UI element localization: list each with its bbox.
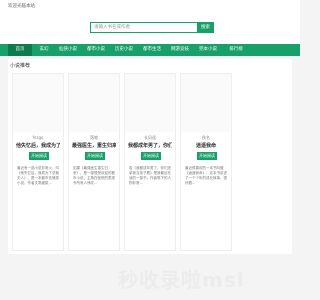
book-card[interactable]: 落笔 最强医生，重生归来，... 开始阅读 如果《最强医生重生归来》，是一部很受…	[68, 73, 120, 251]
book-desc: 最近很喜欢的一本书叫做《逍遥我命》，这本书讲述了一个少年的成长故事，很好看...	[185, 166, 227, 185]
book-author: fezgo	[32, 135, 44, 140]
read-button[interactable]: 开始阅读	[197, 152, 217, 160]
nav-item-finished[interactable]: 完本小说	[196, 44, 220, 56]
book-cover[interactable]	[181, 74, 231, 132]
header: 请输入书名或作者 搜索	[0, 16, 300, 44]
read-button[interactable]: 开始阅读	[141, 152, 161, 160]
section-title: 小说推荐	[10, 63, 31, 69]
search-button[interactable]: 搜索	[197, 22, 214, 33]
book-cover[interactable]	[69, 74, 119, 132]
top-bar: 欢迎光临本站	[0, 0, 300, 16]
nav-item-games[interactable]: 网游竞技	[168, 44, 192, 56]
book-author: 佚名	[202, 135, 210, 140]
book-card[interactable]: fezgo 他失忆后，我成为了总... 开始阅读 最近有一部小说非常火，叫《他失…	[12, 73, 64, 251]
read-button[interactable]: 开始阅读	[29, 152, 49, 160]
book-cover[interactable]	[125, 74, 175, 132]
book-desc: 若《我都成年男了，你们还拿我当孩子看》是我最近在读的一部书，作者笔下的人物非常.…	[129, 166, 171, 185]
nav-item-xuanhuan[interactable]: 玄幻	[32, 44, 56, 56]
nav-item-xianxia[interactable]: 仙侠小说	[56, 44, 80, 56]
nav-item-ranking[interactable]: 排行榜	[224, 44, 248, 56]
book-title[interactable]: 他失忆后，我成为了总...	[16, 142, 60, 149]
nav-item-urban-life[interactable]: 都市生活	[140, 44, 164, 56]
search-input[interactable]: 请输入书名或作者	[90, 22, 200, 33]
book-author: 长风遥	[144, 135, 156, 140]
book-title[interactable]: 最强医生，重生归来，...	[72, 142, 116, 149]
watermark: 秒收录啦msl	[118, 268, 245, 292]
book-cover[interactable]	[13, 74, 63, 132]
recommend-section: 小说推荐 fezgo 他失忆后，我成为了总... 开始阅读 最近有一部小说非常火…	[8, 59, 292, 254]
main-nav: 首页 玄幻 仙侠小说 都市小说 历史小说 都市生活 网游竞技 完本小说 排行榜	[0, 44, 300, 56]
book-title[interactable]: 我都成年男了，你们还...	[128, 142, 172, 149]
book-desc: 如果《最强医生重生归来》，是一部很受欢迎的都市小说，主角在医院的表现令所有人惊叹…	[73, 166, 115, 185]
read-button[interactable]: 开始阅读	[85, 152, 105, 160]
welcome-text: 欢迎光临本站	[8, 4, 35, 9]
nav-item-home[interactable]: 首页	[8, 44, 32, 56]
book-card[interactable]: 长风遥 我都成年男了，你们还... 开始阅读 若《我都成年男了，你们还拿我当孩子…	[124, 73, 176, 251]
book-card[interactable]: 佚名 逍遥我命 开始阅读 最近很喜欢的一本书叫做《逍遥我命》，这本书讲述了一个少…	[180, 73, 232, 251]
nav-item-history[interactable]: 历史小说	[112, 44, 136, 56]
book-author: 落笔	[90, 135, 98, 140]
nav-item-urban[interactable]: 都市小说	[84, 44, 108, 56]
book-title[interactable]: 逍遥我命	[184, 142, 228, 149]
book-desc: 最近有一部小说非常火，叫《他失忆后，我成为了总裁夫人》，是一本都市言情类小说，作…	[17, 166, 59, 185]
